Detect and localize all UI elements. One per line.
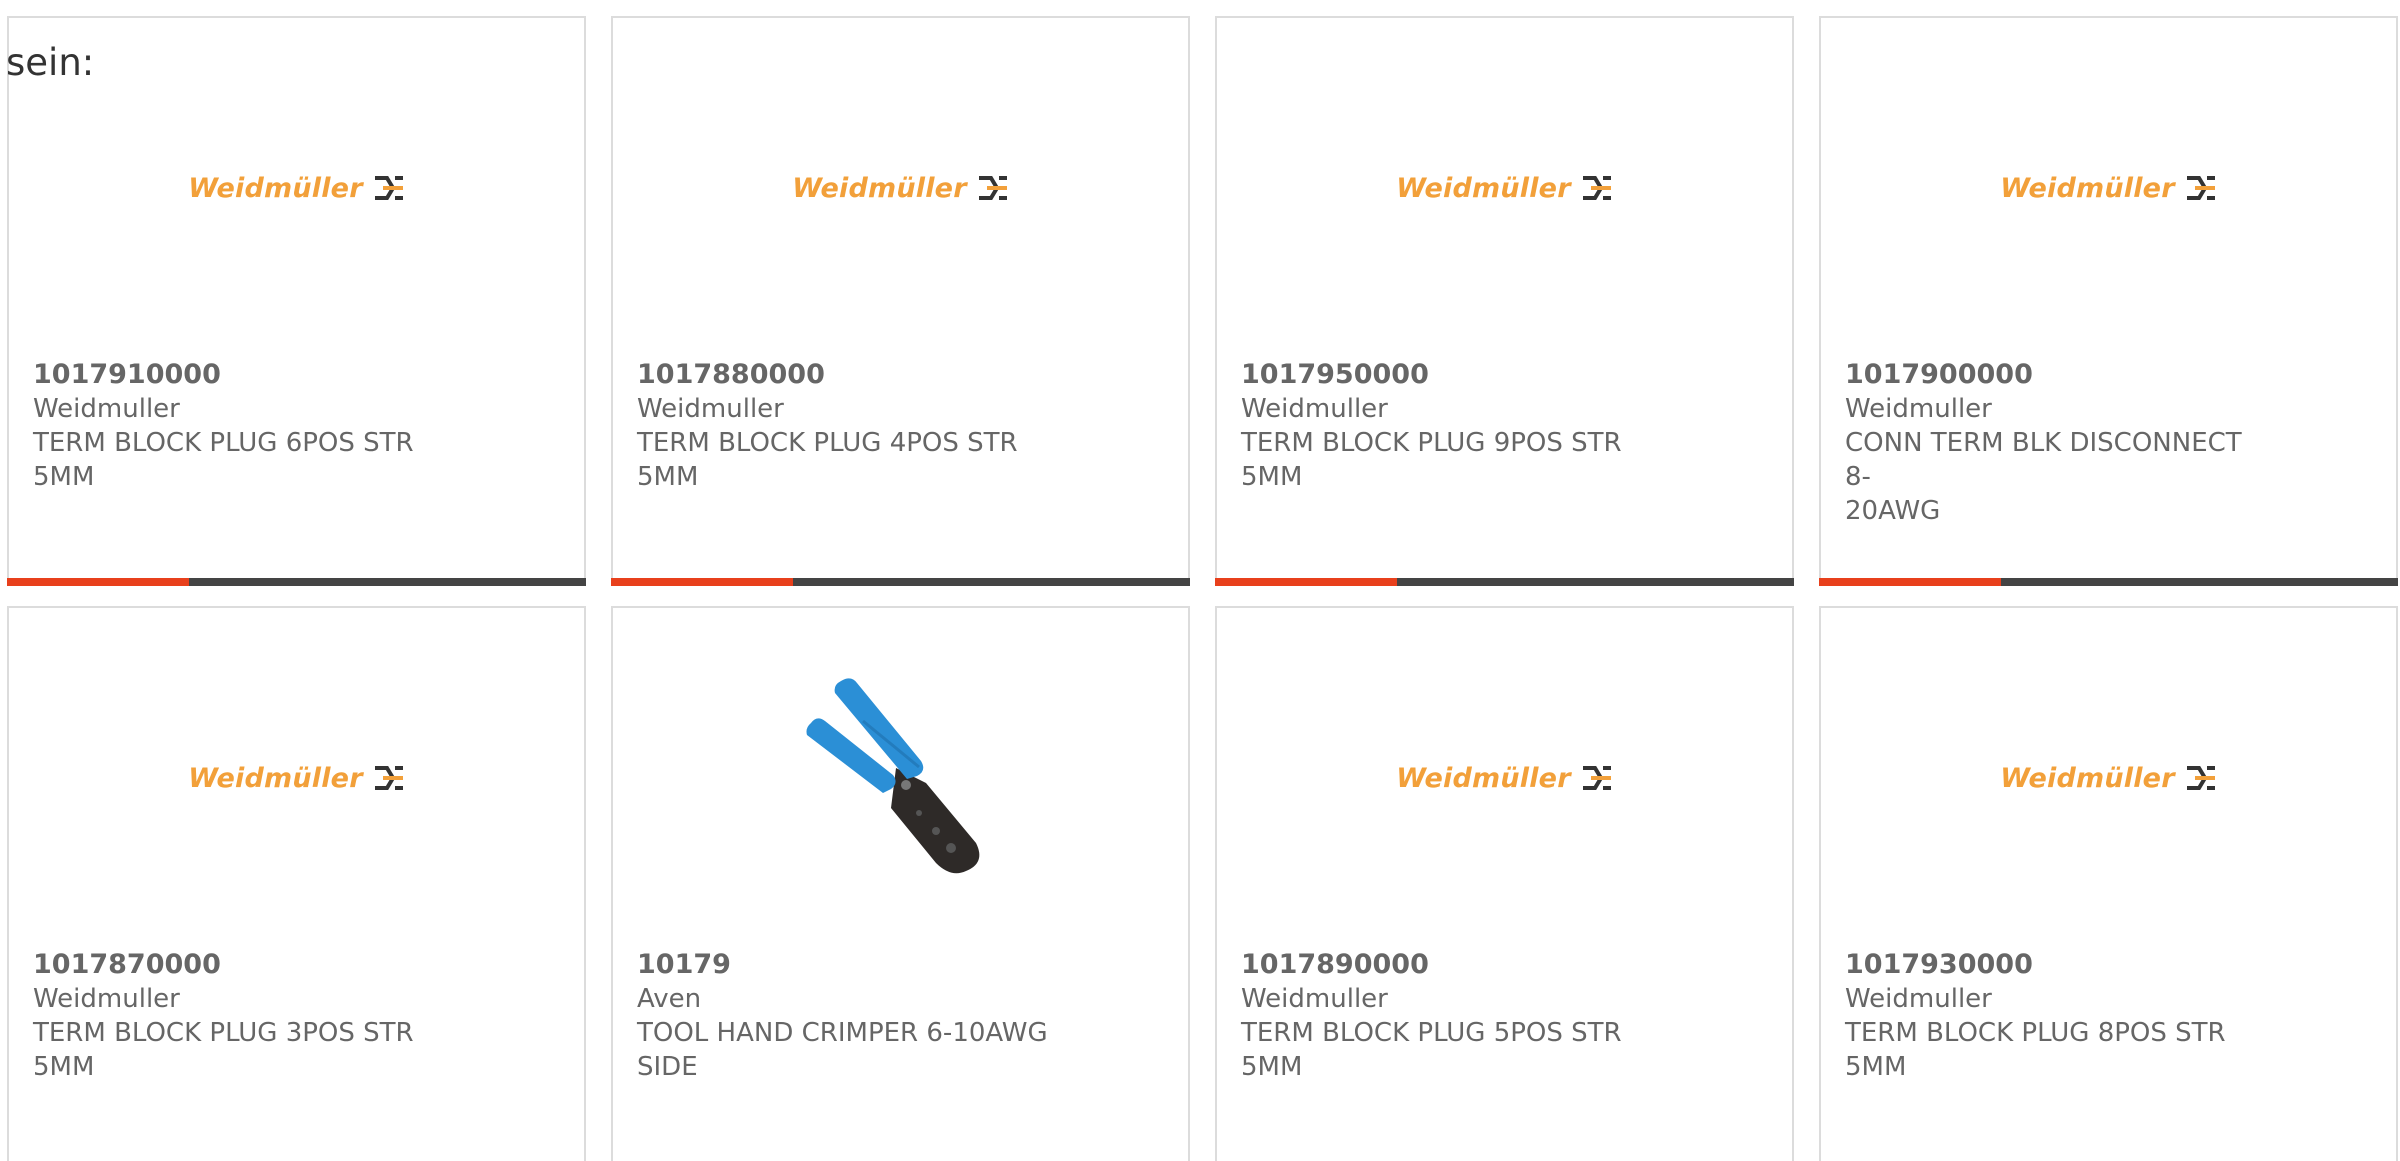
- product-image[interactable]: Weidmüller: [9, 18, 584, 358]
- product-image[interactable]: Weidmüller: [613, 18, 1188, 358]
- description-line-2: 5MM: [33, 1052, 95, 1082]
- description-line-1: CONN TERM BLK DISCONNECT 8-: [1845, 428, 2242, 492]
- product-image[interactable]: Weidmüller: [1217, 608, 1792, 948]
- weidmuller-logo: Weidmüller: [188, 173, 404, 204]
- product-image[interactable]: Weidmüller: [1217, 18, 1792, 358]
- weidmuller-logo: Weidmüller: [188, 763, 404, 794]
- product-card[interactable]: Weidmüller 1017930000 Weidmuller TERM BL…: [1819, 606, 2398, 1161]
- logo-text: Weidmüller: [1396, 172, 1571, 204]
- description-line-2: 5MM: [33, 462, 95, 492]
- weidmuller-mark-icon: [1582, 176, 1611, 200]
- footer-accent: [7, 578, 190, 586]
- weidmuller-logo: Weidmüller: [1396, 763, 1612, 794]
- part-number[interactable]: 10179: [637, 948, 1057, 982]
- description-line-1: TERM BLOCK PLUG 6POS STR: [33, 428, 414, 458]
- part-number[interactable]: 1017950000: [1241, 358, 1661, 392]
- footer-accent: [1819, 578, 2002, 586]
- weidmuller-logo: Weidmüller: [2000, 173, 2216, 204]
- product-card[interactable]: Weidmüller 1017900000 Weidmuller CONN TE…: [1819, 16, 2398, 586]
- description-line-1: TERM BLOCK PLUG 9POS STR: [1241, 428, 1622, 458]
- logo-text: Weidmüller: [2000, 762, 2175, 794]
- description-line-2: 5MM: [1241, 462, 1303, 492]
- product-card[interactable]: Weidmüller 1017950000 Weidmuller TERM BL…: [1215, 16, 1794, 586]
- description-line-1: TERM BLOCK PLUG 3POS STR: [33, 1018, 414, 1048]
- manufacturer: Weidmuller: [1241, 394, 1388, 424]
- card-footer-bar: [7, 578, 586, 586]
- footer-accent: [611, 578, 794, 586]
- logo-text: Weidmüller: [792, 172, 967, 204]
- description-line-2: 5MM: [1845, 1052, 1907, 1082]
- card-footer-bar: [1215, 578, 1794, 586]
- part-number[interactable]: 1017930000: [1845, 948, 2265, 982]
- product-image[interactable]: [613, 608, 1188, 948]
- card-footer-bar: [611, 578, 1190, 586]
- product-image[interactable]: Weidmüller: [9, 608, 584, 948]
- description-line-2: SIDE: [637, 1052, 698, 1082]
- description-line-2: 20AWG: [1845, 496, 1941, 526]
- manufacturer: Weidmuller: [33, 984, 180, 1014]
- weidmuller-logo: Weidmüller: [2000, 763, 2216, 794]
- product-image[interactable]: Weidmüller: [1821, 18, 2396, 358]
- crimper-tool-photo: [806, 678, 979, 874]
- footer-accent: [1215, 578, 1398, 586]
- part-number[interactable]: 1017910000: [33, 358, 453, 392]
- intro-text: sein:: [6, 41, 95, 84]
- part-number[interactable]: 1017870000: [33, 948, 453, 982]
- manufacturer: Weidmuller: [33, 394, 180, 424]
- description-line-1: TERM BLOCK PLUG 5POS STR: [1241, 1018, 1622, 1048]
- description-line-2: 5MM: [1241, 1052, 1303, 1082]
- weidmuller-logo: Weidmüller: [792, 173, 1008, 204]
- product-card[interactable]: Weidmüller 1017870000 Weidmuller TERM BL…: [7, 606, 586, 1161]
- weidmuller-mark-icon: [1582, 766, 1611, 790]
- product-image[interactable]: Weidmüller: [1821, 608, 2396, 948]
- logo-text: Weidmüller: [188, 762, 363, 794]
- manufacturer: Weidmuller: [637, 394, 784, 424]
- product-card[interactable]: Weidmüller 1017880000 Weidmuller TERM BL…: [611, 16, 1190, 586]
- description-line-1: TERM BLOCK PLUG 4POS STR: [637, 428, 1018, 458]
- description-line-1: TOOL HAND CRIMPER 6-10AWG: [637, 1018, 1048, 1048]
- weidmuller-mark-icon: [374, 176, 403, 200]
- product-grid: Weidmüller 1017910000 Weidmuller TERM BL…: [7, 16, 2398, 1161]
- product-card[interactable]: Weidmüller 1017890000 Weidmuller TERM BL…: [1215, 606, 1794, 1161]
- manufacturer: Weidmuller: [1241, 984, 1388, 1014]
- part-number[interactable]: 1017890000: [1241, 948, 1661, 982]
- weidmuller-mark-icon: [2186, 176, 2215, 200]
- card-footer-bar: [1819, 578, 2398, 586]
- manufacturer: Weidmuller: [1845, 984, 1992, 1014]
- manufacturer: Weidmuller: [1845, 394, 1992, 424]
- part-number[interactable]: 1017900000: [1845, 358, 2265, 392]
- weidmuller-mark-icon: [2186, 766, 2215, 790]
- weidmuller-mark-icon: [374, 766, 403, 790]
- product-card[interactable]: 10179 Aven TOOL HAND CRIMPER 6-10AWG SID…: [611, 606, 1190, 1161]
- weidmuller-mark-icon: [978, 176, 1007, 200]
- description-line-2: 5MM: [637, 462, 699, 492]
- logo-text: Weidmüller: [1396, 762, 1571, 794]
- logo-text: Weidmüller: [2000, 172, 2175, 204]
- product-card[interactable]: Weidmüller 1017910000 Weidmuller TERM BL…: [7, 16, 586, 586]
- description-line-1: TERM BLOCK PLUG 8POS STR: [1845, 1018, 2226, 1048]
- manufacturer: Aven: [637, 984, 702, 1014]
- logo-text: Weidmüller: [188, 172, 363, 204]
- part-number[interactable]: 1017880000: [637, 358, 1057, 392]
- weidmuller-logo: Weidmüller: [1396, 173, 1612, 204]
